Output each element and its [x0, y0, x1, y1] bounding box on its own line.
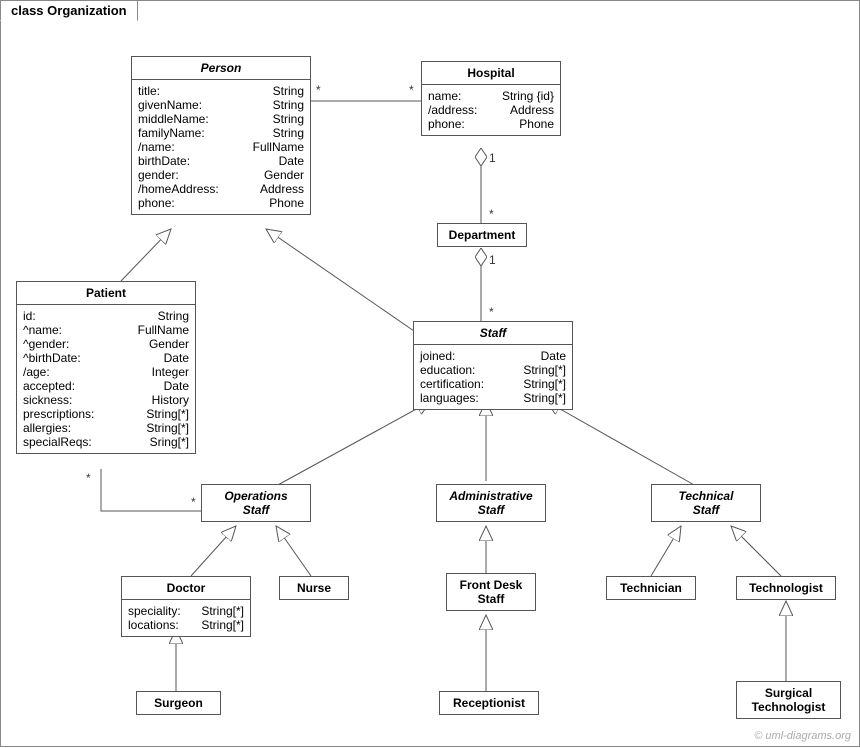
class-surgeon: Surgeon [136, 691, 221, 715]
class-staff-body: joined:Dateeducation:String[*]certificat… [414, 345, 572, 409]
attribute-row: familyName:String [138, 126, 304, 140]
class-operations-staff-title: OperationsStaff [202, 485, 310, 521]
frame-title-tab: class Organization [0, 0, 138, 21]
class-technician: Technician [606, 576, 696, 600]
class-doctor: Doctor speciality:String[*]locations:Str… [121, 576, 251, 637]
attribute-row: allergies:String[*] [23, 421, 189, 435]
copyright-text: © uml-diagrams.org [754, 730, 851, 742]
class-department: Department [437, 223, 527, 247]
class-technical-staff-title: TechnicalStaff [652, 485, 760, 521]
class-surgeon-title: Surgeon [137, 692, 220, 714]
class-surgical-technologist-title: SurgicalTechnologist [737, 682, 840, 718]
attribute-row: middleName:String [138, 112, 304, 126]
mult-patient-ops-right: * [191, 495, 196, 509]
attribute-row: phone:Phone [138, 196, 304, 210]
class-frontdesk-staff: Front DeskStaff [446, 573, 536, 611]
attribute-row: specialReqs:Sring[*] [23, 435, 189, 449]
class-doctor-title: Doctor [122, 577, 250, 600]
class-patient-body: id:String^name:FullName^gender:Gender^bi… [17, 305, 195, 453]
mult-dept-staff-1: 1 [489, 253, 496, 267]
attribute-row: speciality:String[*] [128, 604, 244, 618]
attribute-row: ^name:FullName [23, 323, 189, 337]
attribute-row: birthDate:Date [138, 154, 304, 168]
mult-person-hospital-right: * [409, 83, 414, 97]
mult-hosp-dept-1: 1 [489, 151, 496, 165]
class-hospital-title: Hospital [422, 62, 560, 85]
attribute-row: /age:Integer [23, 365, 189, 379]
frame-title: class Organization [11, 3, 127, 18]
mult-hosp-dept-star: * [489, 207, 494, 221]
attribute-row: gender:Gender [138, 168, 304, 182]
class-department-title: Department [438, 224, 526, 246]
attribute-row: ^gender:Gender [23, 337, 189, 351]
class-receptionist-title: Receptionist [440, 692, 538, 714]
attribute-row: ^birthDate:Date [23, 351, 189, 365]
class-person-title: Person [132, 57, 310, 80]
class-hospital-body: name:String {id}/address:Addressphone:Ph… [422, 85, 560, 135]
mult-person-hospital-left: * [316, 83, 321, 97]
class-staff: Staff joined:Dateeducation:String[*]cert… [413, 321, 573, 410]
mult-patient-ops-left: * [86, 471, 91, 485]
attribute-row: prescriptions:String[*] [23, 407, 189, 421]
attribute-row: joined:Date [420, 349, 566, 363]
diagram-frame: class Organization [0, 0, 860, 747]
class-doctor-body: speciality:String[*]locations:String[*] [122, 600, 250, 636]
attribute-row: /address:Address [428, 103, 554, 117]
attribute-row: accepted:Date [23, 379, 189, 393]
class-technologist-title: Technologist [737, 577, 835, 599]
class-frontdesk-staff-title: Front DeskStaff [447, 574, 535, 610]
attribute-row: id:String [23, 309, 189, 323]
attribute-row: locations:String[*] [128, 618, 244, 632]
class-nurse-title: Nurse [280, 577, 348, 599]
class-technical-staff: TechnicalStaff [651, 484, 761, 522]
mult-dept-staff-star: * [489, 305, 494, 319]
attribute-row: title:String [138, 84, 304, 98]
class-staff-title: Staff [414, 322, 572, 345]
class-person: Person title:StringgivenName:Stringmiddl… [131, 56, 311, 215]
class-operations-staff: OperationsStaff [201, 484, 311, 522]
class-receptionist: Receptionist [439, 691, 539, 715]
class-person-body: title:StringgivenName:StringmiddleName:S… [132, 80, 310, 214]
class-technician-title: Technician [607, 577, 695, 599]
class-nurse: Nurse [279, 576, 349, 600]
class-patient-title: Patient [17, 282, 195, 305]
class-admin-staff-title: AdministrativeStaff [437, 485, 545, 521]
attribute-row: givenName:String [138, 98, 304, 112]
class-surgical-technologist: SurgicalTechnologist [736, 681, 841, 719]
attribute-row: /name:FullName [138, 140, 304, 154]
attribute-row: sickness:History [23, 393, 189, 407]
class-patient: Patient id:String^name:FullName^gender:G… [16, 281, 196, 454]
class-admin-staff: AdministrativeStaff [436, 484, 546, 522]
attribute-row: name:String {id} [428, 89, 554, 103]
class-hospital: Hospital name:String {id}/address:Addres… [421, 61, 561, 136]
attribute-row: /homeAddress:Address [138, 182, 304, 196]
class-technologist: Technologist [736, 576, 836, 600]
attribute-row: certification:String[*] [420, 377, 566, 391]
attribute-row: education:String[*] [420, 363, 566, 377]
attribute-row: languages:String[*] [420, 391, 566, 405]
attribute-row: phone:Phone [428, 117, 554, 131]
